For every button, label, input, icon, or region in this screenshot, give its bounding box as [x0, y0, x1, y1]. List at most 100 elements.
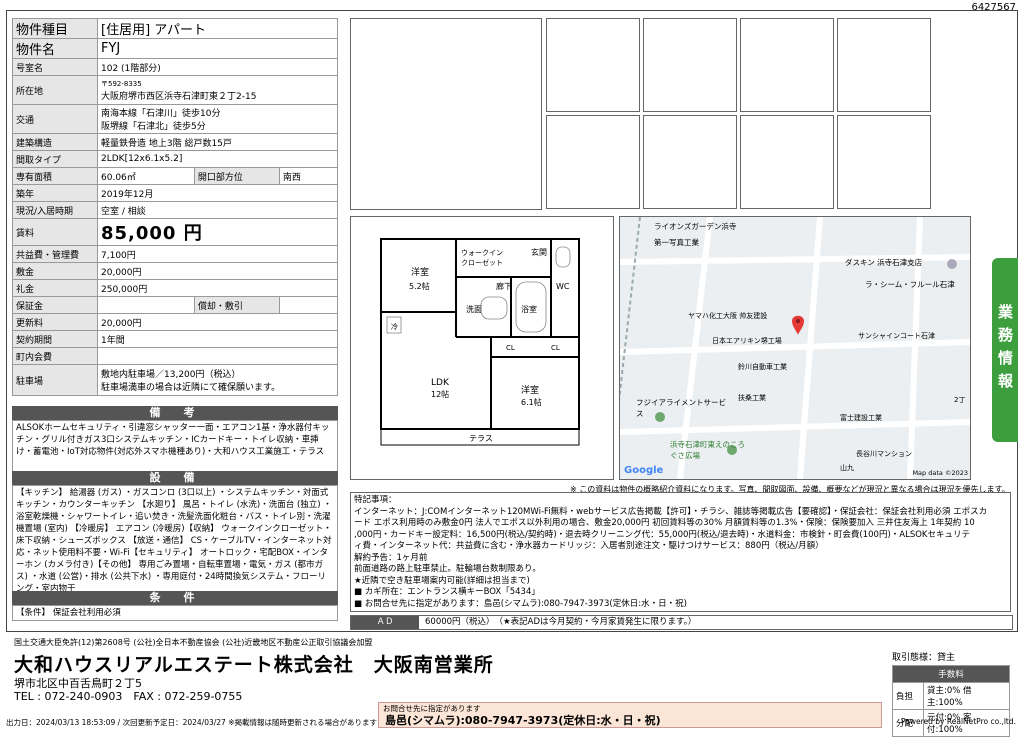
conditions-section: 条 件 【条件】 保証会社利用必須 [12, 591, 338, 621]
association-line: 国土交通大臣免許(12)第2608号 (公社)全日本不動産協会 (公社)近畿地区… [14, 638, 373, 647]
map-label-4: ラ・シーム・フルール石津 [865, 280, 955, 289]
fp-yoshitsu2: 洋室 [521, 384, 539, 396]
map-label-12: 浜寺石津町東えのころぐさ広場 [670, 440, 745, 460]
guarantee-label: 保証金 [12, 296, 98, 314]
map-label-1: ライオンズガーデン浜寺 [654, 222, 737, 231]
fee-row1-label: 負担 [892, 682, 924, 710]
structure-label: 建築構造 [12, 133, 98, 151]
conditions-title: 条 件 [12, 591, 338, 605]
fp-yoshitsu1-size: 5.2帖 [409, 281, 430, 291]
floor-plan: 洋室 5.2帖 ウォークイン クローゼット 玄関 WC 廊下 洗面 浴室 CL … [350, 216, 614, 480]
addr-value: 大阪府堺市西区浜寺石津町東２丁2-15 [101, 91, 257, 102]
photo-7 [740, 115, 834, 209]
fee-row1-value: 貸主:0% 借主:100% [923, 682, 1010, 710]
fee-title: 取引態様：貸主 [892, 653, 956, 663]
parking-1: 敷地内駐車場／13,200円（税込） [101, 370, 241, 380]
map-label-2: 第一写真工業 [654, 238, 699, 247]
layout-label: 間取タイプ [12, 150, 98, 168]
amortization-label: 償却・敷引 [193, 296, 280, 314]
fp-walkin: ウォークイン [461, 249, 503, 257]
map-label-6: 日本エアリキン堺工場 [712, 337, 782, 345]
fp-ldk: LDK [431, 378, 450, 388]
floor-plan-drawing: 洋室 5.2帖 ウォークイン クローゼット 玄関 WC 廊下 洗面 浴室 CL … [380, 238, 580, 446]
map-label-13: 長谷川マンション [856, 450, 912, 458]
fp-reizo: 冷 [391, 322, 398, 331]
guarantee-value [97, 296, 195, 314]
location-map[interactable]: ライオンズガーデン浜寺 第一写真工業 ダスキン 浜寺石津支店 ラ・シーム・フルー… [619, 216, 971, 480]
special-line: ■ お問合せ先に指定があります：島邑(シマムラ):080-7947-3973(定… [354, 598, 687, 609]
remarks-title: 備 考 [12, 406, 338, 420]
parking-2: 駐車場満車の場合は近隣にて確保願います。 [101, 383, 281, 393]
structure-value: 軽量鉄骨造 地上3階 総戸数15戸 [97, 133, 338, 151]
company-name: 大和ハウスリアルエステート株式会社 大阪南営業所 [14, 654, 494, 676]
amortization-value [278, 296, 339, 314]
status-value: 空室 / 相談 [97, 201, 338, 219]
business-info-tab[interactable]: 業務情報 [992, 258, 1018, 442]
common-label: 共益費・管理費 [12, 245, 98, 263]
map-label-8: 鈴川自動車工業 [738, 363, 787, 371]
fee-head: 手数料 [892, 665, 1010, 683]
type-label: 物件種目 [12, 18, 98, 39]
deposit-label: 敷金 [12, 262, 98, 280]
fp-cl1: CL [506, 344, 515, 352]
name-value: FYJ [97, 38, 338, 59]
fp-wc: WC [556, 282, 570, 291]
special-line: ィ費・インターネット代：共益費に含む・浄水器カードリッジ：入居者別途注文・駆けつ… [354, 541, 824, 551]
status-label: 現況/入居時期 [12, 201, 98, 219]
term-label: 契約期間 [12, 330, 98, 348]
ad-row: ＡＤ 60000円（税込） （★表記ADは今月契約・今月家賃発生に限ります。） [350, 615, 1013, 630]
addr-cell: 〒592-8335 大阪府堺市西区浜寺石津町東２丁2-15 [97, 75, 338, 105]
fp-yoshitsu1: 洋室 [411, 266, 429, 278]
traffic-1: 南海本線「石津川」徒歩10分 [101, 109, 221, 119]
zip: 〒592-8335 [101, 79, 142, 88]
traffic-2: 阪堺線「石津北」徒歩5分 [101, 122, 206, 132]
renewal-label: 更新料 [12, 313, 98, 331]
facilities-title: 設 備 [12, 471, 338, 485]
built-value: 2019年12月 [97, 184, 338, 202]
ad-label: ＡＤ [351, 616, 419, 629]
fp-genkan: 玄関 [531, 247, 547, 257]
photo-3 [740, 18, 834, 112]
fp-cl2: CL [551, 344, 560, 352]
fp-rouka: 廊下 [496, 281, 512, 291]
dir-value: 南西 [278, 167, 339, 185]
special-line: ,000円・カードキー設定料：16,500円(税込/契約時)・退去時クリーニング… [354, 529, 970, 540]
photo-5 [546, 115, 640, 209]
photo-1 [546, 18, 640, 112]
special-line: ■ カギ所在：エントランス横キーBOX「5434」 [354, 587, 540, 597]
google-logo: Google [624, 465, 664, 476]
name-label: 物件名 [12, 38, 98, 59]
dir-label: 開口部方位 [193, 167, 280, 185]
fee-table: 手数料 負担 貸主:0% 借主:100% 分配 元付:0% 客付:100% [892, 665, 1010, 737]
special-line: ード エポス利用時のみ敷金0円 法人でエポス以外利用の場合、敷金20,000円 … [354, 518, 975, 528]
key-money-label: 礼金 [12, 279, 98, 297]
map-label-15: 2丁 [954, 396, 966, 404]
facilities-text: 【キッチン】 給湯器 (ガス) ・ガスコンロ (3口以上) ・システムキッチン・… [12, 485, 338, 594]
built-label: 築年 [12, 184, 98, 202]
special-line: ★近隣で空き駐車場案内可能(詳細は担当まで) [354, 575, 530, 586]
fp-yoshitsu2-size: 6.1帖 [521, 397, 542, 407]
term-value: 1年間 [97, 330, 338, 348]
area-value: 60.06㎡ [97, 167, 195, 185]
traffic-cell: 南海本線「石津川」徒歩10分 阪堺線「石津北」徒歩5分 [97, 104, 338, 134]
parking-label: 駐車場 [12, 364, 98, 396]
photo-4 [837, 18, 931, 112]
spec-table: 物件種目 [住居用] アパート 物件名 FYJ 号室名 102 (1階部分) 所在地〒… [12, 18, 339, 396]
map-label-10: 富士建設工業 [840, 414, 882, 422]
special-title: 特記事項： [354, 495, 397, 505]
map-label-5: ヤマハ化工大阪 帅友建設 [688, 312, 768, 320]
fp-terrace: テラス [469, 434, 493, 443]
map-attribution: Map data ©2023 [912, 469, 968, 477]
company-phone: TEL : 072-240-0903 FAX : 072-259-0755 [14, 690, 243, 703]
map-label-7: サンシャインコート石津 [858, 332, 935, 340]
fp-senmen: 洗面 [466, 304, 482, 314]
traffic-label: 交通 [12, 104, 98, 134]
renewal-value: 20,000円 [97, 313, 338, 331]
fp-yokushitsu: 浴室 [521, 304, 537, 314]
town-fee-value [97, 347, 338, 365]
rent-label: 賃料 [12, 218, 98, 246]
common-value: 7,100円 [97, 245, 338, 263]
photo-6 [643, 115, 737, 209]
main-photo [350, 18, 542, 210]
parking-cell: 敷地内駐車場／13,200円（税込） 駐車場満車の場合は近隣にて確保願います。 [97, 364, 338, 396]
